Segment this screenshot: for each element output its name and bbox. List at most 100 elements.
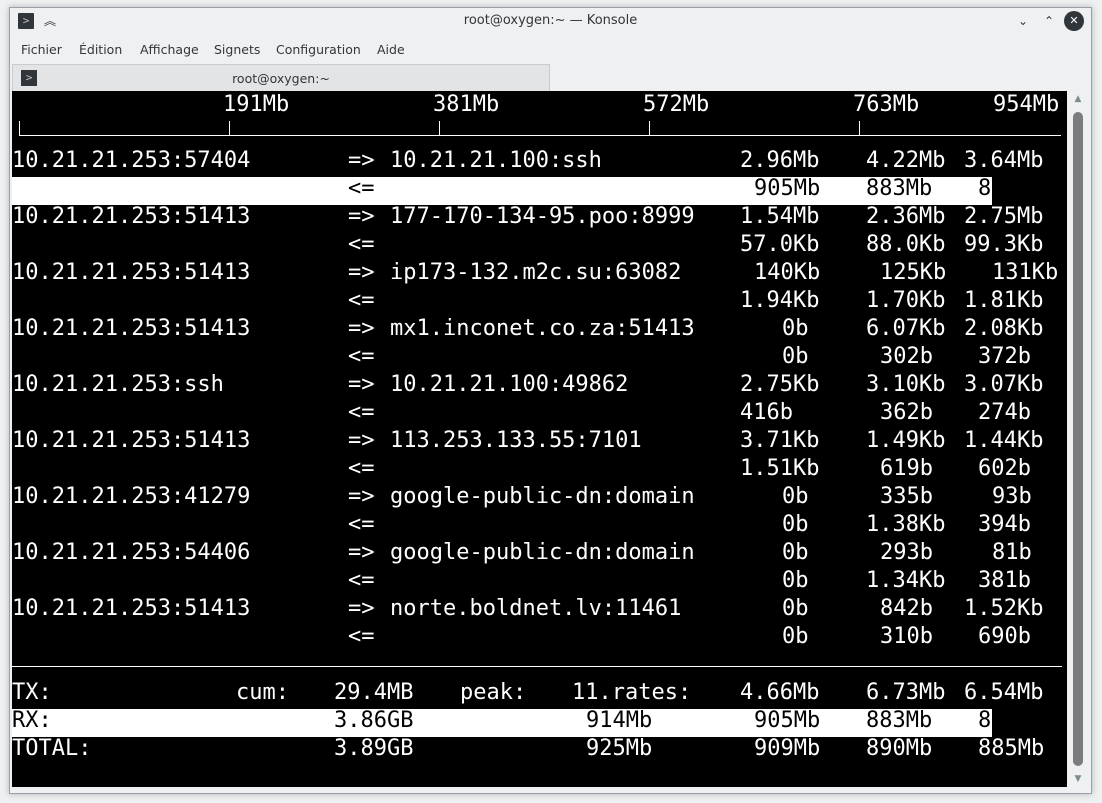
rate-40s: 879Mb [978,708,1045,733]
scale-label: 191Mb [223,92,290,117]
rate-2s: 1.51Kb [740,456,820,481]
rx-label: RX: [12,708,52,733]
rate-10s: 1.34Kb [866,568,946,593]
conn-source: 10.21.21.253:41279 [12,484,251,509]
rate-40s: 381b [978,568,1031,593]
rate-40s: 81b [992,540,1032,565]
rate-40s: 1.44Kb [964,428,1044,453]
menu-signets[interactable]: Signets [214,42,260,57]
maximize-icon[interactable]: ⌃ [1041,13,1057,29]
rate-10s: 1.38Kb [866,512,946,537]
rate-40s: 6.54Mb [964,680,1044,705]
scale-tick [439,121,440,135]
total-peak: 925Mb [586,736,653,761]
menu-configuration[interactable]: Configuration [276,42,361,57]
rate-2s: 0b [782,540,809,565]
arrow-out: => [348,428,375,453]
menu-aide[interactable]: Aide [377,42,405,57]
conn-source: 10.21.21.253:ssh [12,372,224,397]
tab-session[interactable]: > root@oxygen:~ [12,64,550,91]
rate-2s: 57.0Kb [740,232,820,257]
conn-source: 10.21.21.253:54406 [12,540,251,565]
rate-2s: 905Mb [754,708,821,733]
window-title: root@oxygen:~ — Konsole [463,13,638,28]
title-bar[interactable]: > ︽ root@oxygen:~ — Konsole ⌄ ⌃ ✕ [10,8,1091,36]
conn-dest: google-public-dn:domain [390,540,695,565]
scale-tick [859,121,860,135]
rate-10s: 293b [880,540,933,565]
conn-source: 10.21.21.253:51413 [12,428,251,453]
tab-label: root@oxygen:~ [232,71,330,86]
arrow-out: => [348,148,375,173]
arrow-in: <= [348,176,375,201]
arrow-in: <= [348,568,375,593]
rate-40s: 3.07Kb [964,372,1044,397]
rate-40s: 2.08Kb [964,316,1044,341]
rate-2s: 2.75Kb [740,372,820,397]
arrow-in: <= [348,400,375,425]
rx-cum: 3.86GB [334,708,414,733]
minimize-icon[interactable]: ⌄ [1015,13,1031,29]
rate-2s: 905Mb [754,176,821,201]
conn-dest: ip173-132.m2c.su:63082 [390,260,682,285]
terminal-view[interactable]: 191Mb 381Mb 572Mb 763Mb 954Mb 10.21.21.2… [12,91,1067,787]
rate-2s: 0b [782,568,809,593]
rate-10s: 842b [880,596,933,621]
conn-dest: norte.boldnet.lv:11461 [390,596,682,621]
rate-40s: 885Mb [978,736,1045,761]
tx-label: TX: [12,680,52,705]
scroll-up-icon[interactable]: ▲ [1072,93,1084,105]
conn-source: 10.21.21.253:51413 [12,204,251,229]
tx-cum: 29.4MB [334,680,414,705]
scroll-down-icon[interactable]: ▼ [1072,773,1084,785]
traffic-bar [12,709,992,737]
menu-edition[interactable]: Édition [79,42,122,57]
rate-2s: 4.66Mb [740,680,820,705]
rate-10s: 619b [880,456,933,481]
rate-40s: 878Mb [978,176,1045,201]
conn-dest: google-public-dn:domain [390,484,695,509]
rate-10s: 88.0Kb [866,232,946,257]
menu-fichier[interactable]: Fichier [21,42,62,57]
rx-peak: 914Mb [586,708,653,733]
rate-10s: 890Mb [866,736,933,761]
rate-10s: 302b [880,344,933,369]
rate-2s: 1.54Mb [740,204,820,229]
tx-peak: 11.rates: [572,680,692,705]
rate-10s: 1.70Kb [866,288,946,313]
scale-label: 954Mb [993,92,1060,117]
traffic-bar [12,177,992,205]
conn-source: 10.21.21.253:51413 [12,316,251,341]
rate-2s: 140Kb [754,260,821,285]
scale-axis [19,135,1061,136]
vertical-scrollbar[interactable]: ▲ ▼ [1068,91,1088,787]
konsole-window: > ︽ root@oxygen:~ — Konsole ⌄ ⌃ ✕ Fichie… [9,7,1092,794]
scale-tick [229,121,230,135]
scale-tick [649,121,650,135]
rate-10s: 883Mb [866,176,933,201]
rate-40s: 99.3Kb [964,232,1044,257]
rate-40s: 1.81Kb [964,288,1044,313]
arrow-out: => [348,260,375,285]
scale-tick [19,121,20,135]
arrow-in: <= [348,344,375,369]
rate-2s: 0b [782,596,809,621]
arrow-in: <= [348,232,375,257]
menu-affichage[interactable]: Affichage [140,42,199,57]
peak-label: peak: [460,680,527,705]
scrollbar-thumb[interactable] [1073,112,1083,766]
conn-dest: 113.253.133.55:7101 [390,428,642,453]
arrow-out: => [348,484,375,509]
rate-10s: 4.22Mb [866,148,946,173]
rate-40s: 131Kb [992,260,1059,285]
conn-dest: 10.21.21.100:49862 [390,372,629,397]
rate-40s: 394b [978,512,1031,537]
total-cum: 3.89GB [334,736,414,761]
rate-2s: 0b [782,484,809,509]
rate-10s: 125Kb [880,260,947,285]
rate-2s: 0b [782,624,809,649]
close-icon[interactable]: ✕ [1064,11,1084,31]
rate-10s: 1.49Kb [866,428,946,453]
arrow-out: => [348,540,375,565]
rate-10s: 6.73Mb [866,680,946,705]
